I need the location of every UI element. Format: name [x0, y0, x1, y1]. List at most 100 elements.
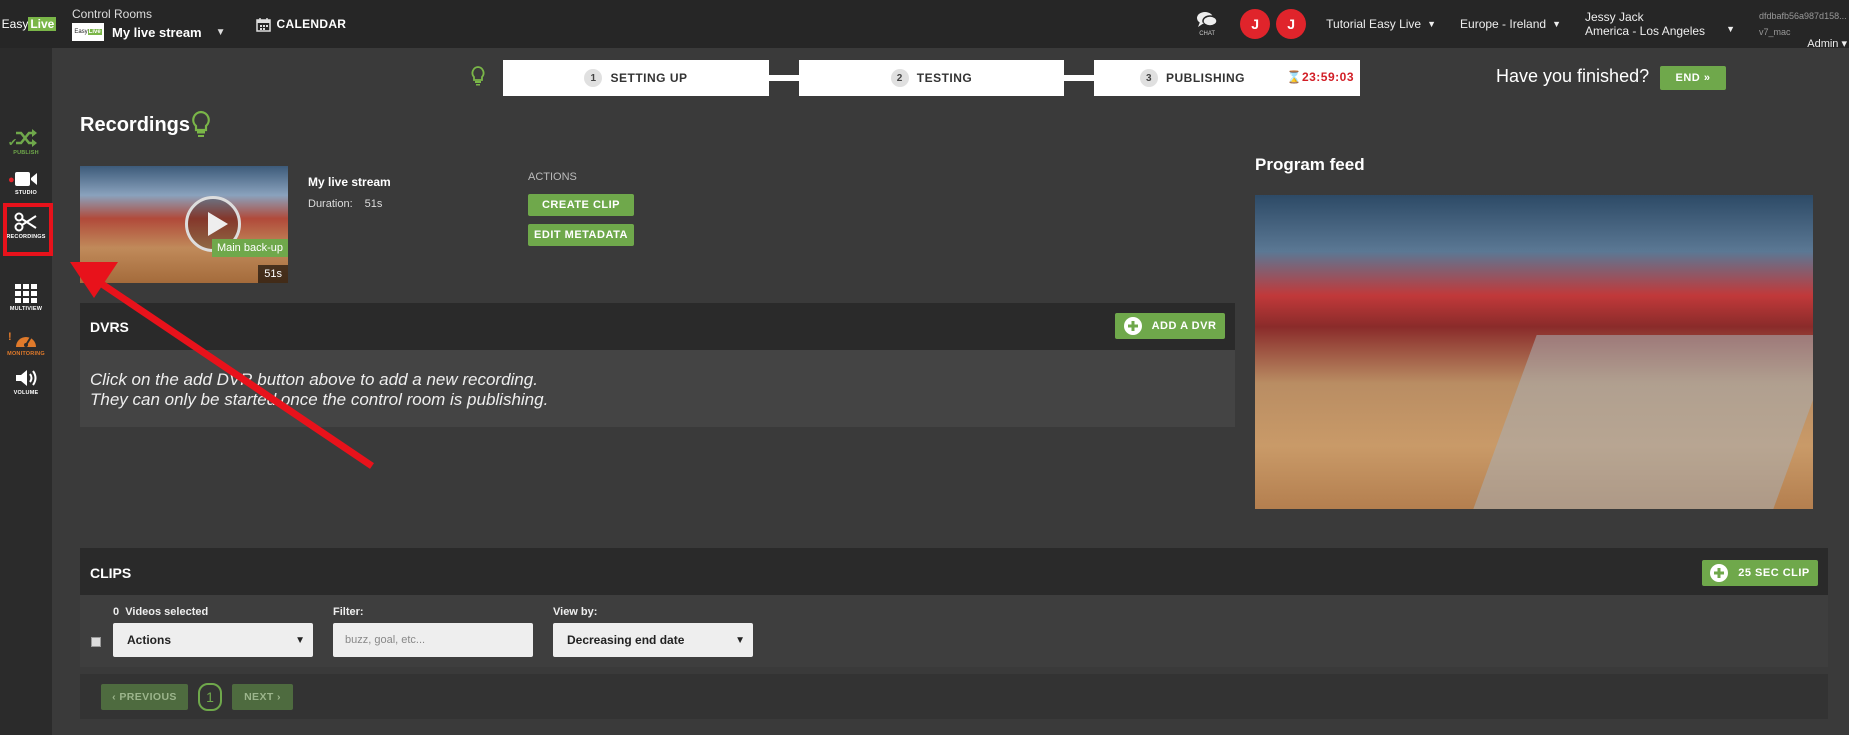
- sidebar-item-publish[interactable]: ✔ PUBLISH: [0, 128, 52, 156]
- videos-selected-label: 0 Videos selected: [113, 606, 209, 618]
- next-button[interactable]: NEXT ›: [232, 684, 293, 710]
- user-name: Jessy Jack: [1585, 10, 1644, 24]
- program-feed-title: Program feed: [1255, 155, 1365, 174]
- finished-prompt: Have you finished?: [1496, 66, 1650, 86]
- clips-header: CLIPS 25 SEC CLIP: [80, 548, 1828, 595]
- recording-badge: Main back-up: [211, 239, 288, 257]
- shuffle-icon: [16, 129, 37, 147]
- sidebar: ✔ PUBLISH ● STUDIO RECORDINGS MULTIVIEW …: [0, 48, 52, 735]
- grid-icon: [15, 284, 37, 303]
- sidebar-item-volume[interactable]: VOLUME: [0, 368, 52, 396]
- sidebar-item-label: STUDIO: [15, 190, 37, 196]
- court-floor: [1473, 335, 1813, 509]
- plus-circle-icon: [1710, 564, 1729, 582]
- 25-sec-clip-button[interactable]: 25 SEC CLIP: [1702, 560, 1818, 586]
- program-feed-video[interactable]: [1255, 195, 1813, 509]
- alert-icon: !: [8, 331, 12, 343]
- select-all-checkbox[interactable]: [91, 637, 101, 647]
- session-meta: dfdbafb56a987d158... v7_mac Admin ▾: [1759, 11, 1849, 50]
- step-label: SETTING UP: [610, 71, 688, 85]
- clips-title: CLIPS: [90, 565, 132, 581]
- chevron-down-icon: ▼: [1427, 19, 1437, 29]
- recording-thumbnail[interactable]: Main back-up 51s: [80, 166, 288, 283]
- filter-label: Filter:: [333, 606, 364, 618]
- plus-circle-icon: [1123, 317, 1142, 335]
- step-label: PUBLISHING: [1166, 71, 1246, 85]
- tutorial-label: Tutorial Easy Live: [1326, 17, 1422, 31]
- actions-label: ACTIONS: [528, 171, 577, 183]
- lightbulb-icon: [471, 66, 485, 86]
- user-menu[interactable]: Jessy Jack America - Los Angeles ▼: [1585, 10, 1735, 38]
- step-number: 3: [1140, 69, 1158, 87]
- check-icon: ✔: [8, 137, 18, 149]
- dashboard-icon: [16, 336, 36, 347]
- chevron-down-icon: ▼: [1726, 24, 1735, 34]
- video-camera-icon: [15, 172, 37, 186]
- end-button[interactable]: END »: [1660, 66, 1726, 90]
- recordings-highlight-box: [3, 203, 53, 256]
- app-logo[interactable]: Easy Live: [0, 0, 58, 48]
- chat-button[interactable]: CHAT: [1196, 11, 1218, 37]
- view-by-select[interactable]: Decreasing end date ▼: [553, 623, 753, 657]
- chat-label: CHAT: [1199, 31, 1216, 37]
- avatar[interactable]: J: [1276, 9, 1307, 39]
- sidebar-item-label: MULTIVIEW: [9, 306, 43, 312]
- control-room-selector[interactable]: Control Rooms Easy Live My live stream ▼: [72, 0, 226, 48]
- step-publishing[interactable]: 3 PUBLISHING ⌛23:59:03: [1094, 60, 1360, 96]
- dvrs-empty-message: Click on the add DVR button above to add…: [80, 350, 1235, 427]
- thumbnail-duration: 51s: [258, 265, 288, 283]
- avatar[interactable]: J: [1240, 9, 1271, 39]
- dvrs-message-line: They can only be started once the contro…: [90, 390, 549, 409]
- user-timezone: America - Los Angeles: [1585, 24, 1706, 38]
- calendar-label: CALENDAR: [276, 17, 347, 31]
- countdown-timer: ⌛23:59:03: [1286, 70, 1354, 84]
- dvrs-header: DVRS ADD A DVR: [80, 303, 1235, 350]
- create-clip-button[interactable]: CREATE CLIP: [528, 194, 634, 216]
- chevron-down-icon: ▼: [1552, 19, 1561, 29]
- role-dropdown[interactable]: Admin ▾: [1807, 37, 1847, 50]
- chevron-down-icon: ▼: [735, 634, 745, 646]
- chevron-down-icon[interactable]: ▼: [216, 27, 226, 38]
- chat-icon: [1197, 12, 1218, 27]
- view-by-label: View by:: [553, 606, 598, 618]
- dvrs-message-line: Click on the add DVR button above to add…: [90, 370, 538, 389]
- calendar-icon: [255, 17, 271, 32]
- sidebar-item-label: VOLUME: [13, 390, 39, 396]
- chevron-down-icon: ▼: [295, 634, 305, 646]
- add-dvr-button[interactable]: ADD A DVR: [1115, 313, 1225, 339]
- stream-thumbnail: Easy Live: [72, 23, 104, 41]
- pagination: [80, 674, 1828, 719]
- sidebar-item-monitoring[interactable]: ! MONITORING: [0, 329, 52, 357]
- sidebar-item-label: MONITORING: [7, 351, 45, 357]
- top-bar: Easy Live Control Rooms Easy Live My live …: [0, 0, 1849, 50]
- step-connector: [1064, 75, 1094, 81]
- region-dropdown[interactable]: Europe - Ireland ▼: [1460, 17, 1561, 31]
- volume-icon: [16, 370, 37, 386]
- step-connector: [769, 75, 799, 81]
- recording-duration: Duration: 51s: [308, 198, 383, 210]
- filter-input[interactable]: buzz, goal, etc...: [333, 623, 533, 657]
- previous-button[interactable]: ‹ PREVIOUS: [101, 684, 188, 710]
- page-title: Recordings: [80, 114, 191, 136]
- edit-metadata-button[interactable]: EDIT METADATA: [528, 224, 634, 246]
- step-number: 1: [584, 69, 603, 87]
- step-testing[interactable]: 2 TESTING: [799, 60, 1064, 96]
- step-label: TESTING: [916, 71, 973, 85]
- session-host: v7_mac: [1759, 27, 1791, 37]
- calendar-link[interactable]: CALENDAR: [255, 17, 347, 32]
- control-rooms-label: Control Rooms: [72, 7, 153, 21]
- session-id: dfdbafb56a987d158...: [1759, 11, 1847, 21]
- sidebar-item-studio[interactable]: ● STUDIO: [0, 170, 52, 196]
- sidebar-item-multiview[interactable]: MULTIVIEW: [0, 284, 52, 312]
- stream-name: My live stream: [112, 24, 202, 40]
- actions-select[interactable]: Actions ▼: [113, 623, 313, 657]
- recording-title: My live stream: [308, 175, 391, 189]
- lightbulb-icon: [192, 110, 210, 137]
- dvrs-title: DVRS: [90, 319, 129, 335]
- step-setting-up[interactable]: 1 SETTING UP: [503, 60, 769, 96]
- page-number[interactable]: 1: [198, 683, 222, 711]
- record-dot-icon: ●: [8, 174, 15, 186]
- sidebar-item-label: PUBLISH: [13, 150, 39, 156]
- step-number: 2: [890, 69, 909, 87]
- tutorial-dropdown[interactable]: Tutorial Easy Live ▼: [1326, 17, 1436, 31]
